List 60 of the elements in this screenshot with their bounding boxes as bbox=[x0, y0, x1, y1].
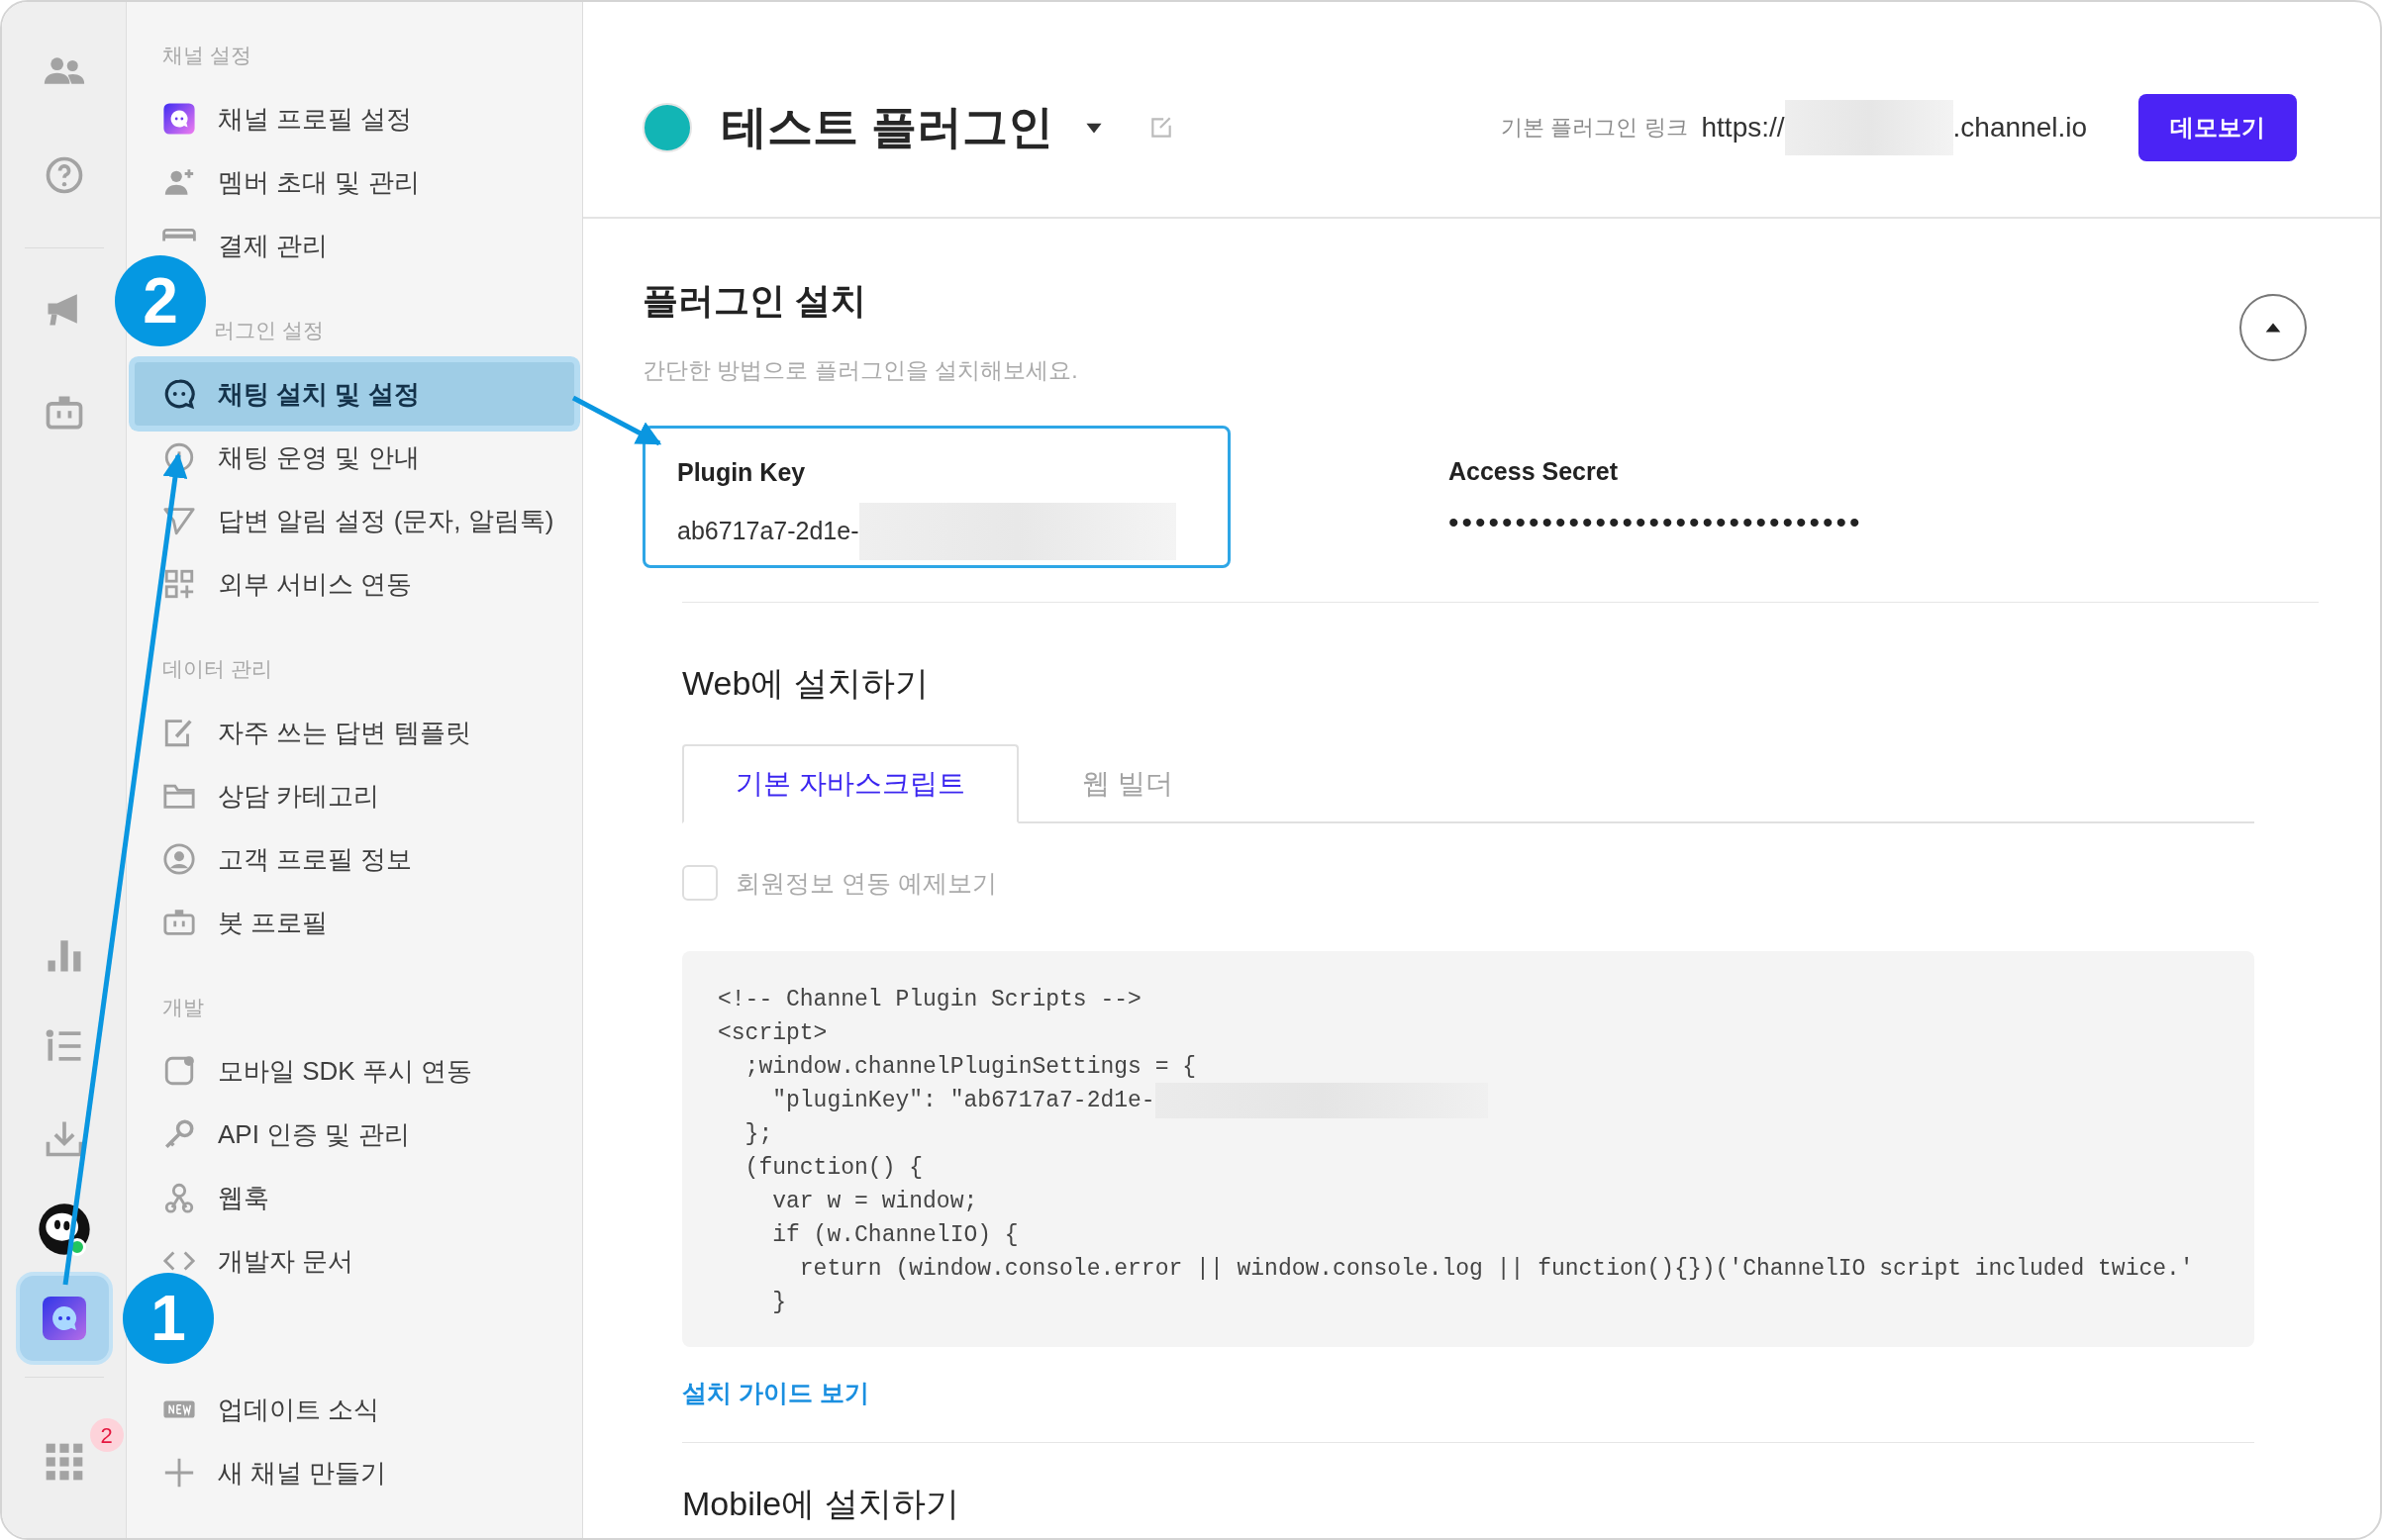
sidebar-item[interactable]: 업데이트 소식 bbox=[158, 1378, 578, 1441]
sidebar-item[interactable]: 봇 프로필 bbox=[158, 891, 578, 954]
mobile-notification-icon bbox=[162, 1054, 196, 1088]
tab[interactable]: 기본 자바스크립트 bbox=[682, 743, 1019, 823]
sidebar-item[interactable]: 새 채널 만들기 bbox=[158, 1441, 578, 1504]
field-label: Plugin Key bbox=[677, 456, 807, 488]
sidebar-item[interactable]: 결제 관리 bbox=[218, 222, 329, 269]
code-line: if (w.ChannelIO) { bbox=[771, 1220, 1019, 1250]
code-line: } bbox=[771, 1288, 786, 1317]
code-line: var w = window; bbox=[771, 1187, 978, 1216]
key-icon bbox=[162, 1117, 196, 1151]
code-line: <!-- Channel Plugin Scripts --> bbox=[718, 985, 1141, 1014]
sidebar-item[interactable]: 자주 쓰는 답변 템플릿 bbox=[158, 701, 578, 764]
subsection-title: Mobile에 설치하기 bbox=[682, 1483, 960, 1524]
field-label: Access Secret bbox=[1448, 455, 1619, 487]
plugin-link[interactable]: https:// .channel.io bbox=[1701, 99, 2087, 155]
section-title: 플러그인 설치 bbox=[643, 279, 867, 323]
card-icon bbox=[162, 229, 196, 242]
plugin-title: 테스트 플러그인 bbox=[722, 100, 1053, 154]
collapse-button[interactable] bbox=[2239, 294, 2307, 361]
code-line: (function() { bbox=[744, 1153, 924, 1183]
sidebar-item[interactable]: 모바일 SDK 푸시 연동 bbox=[158, 1039, 578, 1103]
section-label: 개발 bbox=[161, 995, 205, 1021]
avatar-icon bbox=[36, 1202, 92, 1257]
sidebar-item[interactable]: API 인증 및 관리 bbox=[158, 1103, 578, 1166]
callout-number: 2 bbox=[115, 255, 206, 346]
chat-bubble-icon bbox=[162, 377, 196, 411]
app-logo-icon bbox=[40, 1295, 88, 1342]
section-label: 러그인 설정 bbox=[213, 318, 325, 344]
code-line: <script> bbox=[718, 1018, 828, 1048]
chat-logo-icon bbox=[162, 102, 196, 136]
sidebar-item[interactable]: 외부 서비스 연동 bbox=[158, 552, 578, 616]
checkbox[interactable] bbox=[682, 865, 718, 902]
section-subtitle: 간단한 방법으로 플러그인을 설치해보세요. bbox=[643, 356, 1078, 385]
plugin-key-card[interactable]: Plugin Key ab6717a7-2d1e- bbox=[643, 425, 1231, 568]
plus-icon bbox=[162, 1456, 196, 1490]
demo-button[interactable]: 데모보기 bbox=[2138, 93, 2297, 161]
sidebar-item[interactable]: 상담 카테고리 bbox=[158, 764, 578, 827]
code-line: return (window.console.error || window.console.log || function(){})('ChannelIO script included twice.' bbox=[798, 1254, 2194, 1284]
access-secret-value: ••••••••••••••••••••••••••••••• bbox=[1448, 505, 1863, 540]
subsection-title: Web에 설치하기 bbox=[682, 662, 930, 704]
sidebar-item[interactable]: 고객 프로필 정보 bbox=[158, 827, 578, 891]
notification-badge: 2 bbox=[89, 1418, 124, 1452]
callout-number: 1 bbox=[123, 1273, 214, 1364]
sidebar-item[interactable]: 웹훅 bbox=[158, 1166, 578, 1229]
section-label: 채널 설정 bbox=[161, 43, 252, 69]
add-grid-icon bbox=[162, 567, 196, 601]
profile-circle-icon bbox=[162, 842, 196, 876]
sidebar-item[interactable]: 채팅 운영 및 안내 bbox=[158, 426, 578, 489]
section-label: 데이터 관리 bbox=[161, 656, 273, 683]
link-label: 기본 플러그인 링크 bbox=[1501, 114, 1688, 142]
checkbox-label: 회원정보 연동 예제보기 bbox=[736, 867, 997, 899]
plugin-key-value: ab6717a7-2d1e- bbox=[677, 516, 859, 547]
sidebar-item[interactable]: 답변 알림 설정 (문자, 알림톡) bbox=[158, 489, 578, 552]
code-line: }; bbox=[744, 1119, 773, 1149]
sidebar-item[interactable]: 채널 프로필 설정 bbox=[158, 87, 578, 150]
webhook-icon bbox=[162, 1181, 196, 1214]
sidebar-item[interactable]: 멤버 초대 및 관리 bbox=[158, 150, 578, 214]
code-line: ;window.channelPluginSettings = { bbox=[744, 1052, 1197, 1082]
code-line: "pluginKey": "ab6717a7-2d1e- bbox=[771, 1086, 1155, 1115]
